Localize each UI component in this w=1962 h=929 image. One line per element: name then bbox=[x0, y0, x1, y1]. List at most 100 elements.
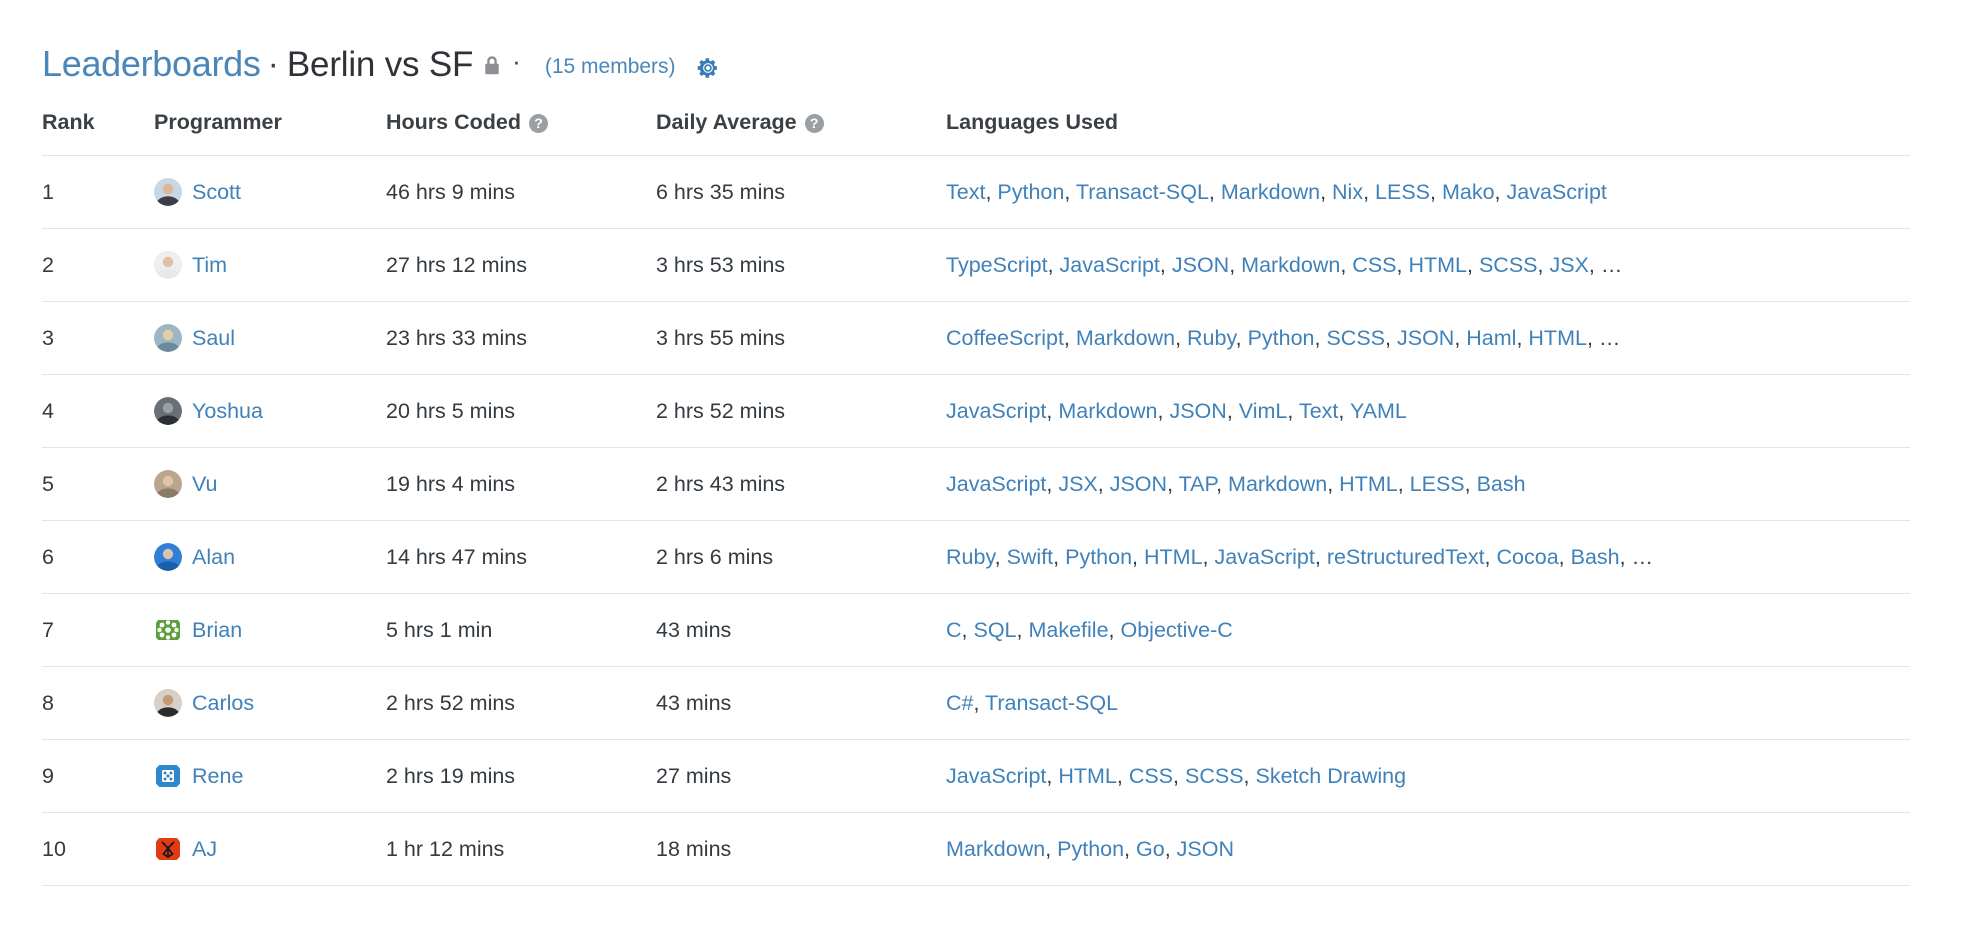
programmer-name-link[interactable]: Rene bbox=[192, 764, 243, 789]
language-link[interactable]: LESS bbox=[1375, 180, 1430, 204]
programmer-name-link[interactable]: Saul bbox=[192, 326, 235, 351]
programmer-name-link[interactable]: Alan bbox=[192, 545, 235, 570]
language-link[interactable]: TypeScript bbox=[946, 253, 1048, 277]
language-separator: , bbox=[1064, 326, 1076, 350]
programmer-name-link[interactable]: Scott bbox=[192, 180, 241, 205]
programmer-name-link[interactable]: Brian bbox=[192, 618, 242, 643]
help-icon-daily-average[interactable]: ? bbox=[805, 114, 824, 133]
language-link[interactable]: JavaScript bbox=[1214, 545, 1314, 569]
language-link[interactable]: TAP bbox=[1179, 472, 1216, 496]
language-link[interactable]: JavaScript bbox=[946, 472, 1046, 496]
language-link[interactable]: Mako bbox=[1442, 180, 1495, 204]
language-link[interactable]: JSON bbox=[1397, 326, 1454, 350]
cell-rank: 7 bbox=[42, 594, 154, 667]
language-link[interactable]: CSS bbox=[1129, 764, 1173, 788]
language-link[interactable]: Python bbox=[1057, 837, 1124, 861]
language-link[interactable]: HTML bbox=[1528, 326, 1587, 350]
language-link[interactable]: Sketch Drawing bbox=[1256, 764, 1407, 788]
language-link[interactable]: Bash bbox=[1477, 472, 1526, 496]
language-link[interactable]: JSX bbox=[1549, 253, 1588, 277]
language-link[interactable]: HTML bbox=[1408, 253, 1467, 277]
language-link[interactable]: JSON bbox=[1110, 472, 1167, 496]
language-separator: , bbox=[1315, 545, 1327, 569]
language-link[interactable]: Nix bbox=[1332, 180, 1363, 204]
programmer-name-link[interactable]: Tim bbox=[192, 253, 227, 278]
language-separator: , bbox=[1229, 253, 1241, 277]
column-header-hours-coded-label: Hours Coded bbox=[386, 110, 521, 134]
language-link[interactable]: Ruby bbox=[946, 545, 995, 569]
cell-programmer: Tim bbox=[154, 229, 386, 302]
language-link[interactable]: SCSS bbox=[1326, 326, 1385, 350]
language-link[interactable]: Markdown bbox=[1228, 472, 1327, 496]
programmer-name-link[interactable]: Vu bbox=[192, 472, 218, 497]
language-link[interactable]: Swift bbox=[1007, 545, 1054, 569]
language-separator: , bbox=[1048, 253, 1060, 277]
language-link[interactable]: Objective-C bbox=[1120, 618, 1232, 642]
language-link[interactable]: JSON bbox=[1177, 837, 1234, 861]
language-link[interactable]: Cocoa bbox=[1497, 545, 1559, 569]
language-link[interactable]: VimL bbox=[1239, 399, 1288, 423]
language-separator: , bbox=[1397, 253, 1409, 277]
gear-icon[interactable] bbox=[696, 56, 720, 80]
language-link[interactable]: Bash bbox=[1571, 545, 1620, 569]
language-link[interactable]: Makefile bbox=[1028, 618, 1108, 642]
hours-coded-value: 27 hrs 12 mins bbox=[386, 253, 527, 277]
language-link[interactable]: JavaScript bbox=[946, 764, 1046, 788]
language-link[interactable]: SCSS bbox=[1185, 764, 1244, 788]
hours-coded-value: 2 hrs 19 mins bbox=[386, 764, 515, 788]
avatar bbox=[154, 470, 182, 498]
column-header-rank: Rank bbox=[42, 92, 154, 156]
language-link[interactable]: Haml bbox=[1466, 326, 1516, 350]
language-link[interactable]: HTML bbox=[1144, 545, 1203, 569]
language-link[interactable]: C bbox=[946, 618, 962, 642]
language-link[interactable]: HTML bbox=[1339, 472, 1398, 496]
lock-icon bbox=[482, 54, 502, 78]
table-head: Rank Programmer Hours Coded? Daily Avera… bbox=[42, 92, 1910, 156]
language-link[interactable]: CSS bbox=[1352, 253, 1396, 277]
language-list: JavaScript, JSX, JSON, TAP, Markdown, HT… bbox=[946, 472, 1526, 496]
language-link[interactable]: SCSS bbox=[1479, 253, 1538, 277]
language-link[interactable]: LESS bbox=[1410, 472, 1465, 496]
language-link[interactable]: JSX bbox=[1058, 472, 1097, 496]
language-separator: , bbox=[1287, 399, 1299, 423]
language-link[interactable]: Text bbox=[946, 180, 985, 204]
language-link[interactable]: C# bbox=[946, 691, 973, 715]
language-link[interactable]: Python bbox=[1248, 326, 1315, 350]
programmer-name-link[interactable]: Carlos bbox=[192, 691, 254, 716]
language-link[interactable]: Python bbox=[997, 180, 1064, 204]
language-link[interactable]: JavaScript bbox=[946, 399, 1046, 423]
programmer-name-link[interactable]: Yoshua bbox=[192, 399, 263, 424]
language-link[interactable]: Text bbox=[1299, 399, 1338, 423]
language-link[interactable]: JavaScript bbox=[1060, 253, 1160, 277]
language-link[interactable]: HTML bbox=[1058, 764, 1117, 788]
language-link[interactable]: JSON bbox=[1172, 253, 1229, 277]
cell-hours-coded: 14 hrs 47 mins bbox=[386, 521, 656, 594]
language-link[interactable]: SQL bbox=[973, 618, 1016, 642]
language-link[interactable]: Markdown bbox=[1221, 180, 1320, 204]
language-link[interactable]: Markdown bbox=[1076, 326, 1175, 350]
language-list: JavaScript, HTML, CSS, SCSS, Sketch Draw… bbox=[946, 764, 1406, 788]
language-link[interactable]: CoffeeScript bbox=[946, 326, 1064, 350]
language-separator: , bbox=[1467, 253, 1479, 277]
programmer-name-link[interactable]: AJ bbox=[192, 837, 217, 862]
help-icon-hours-coded[interactable]: ? bbox=[529, 114, 548, 133]
leaderboards-link[interactable]: Leaderboards bbox=[42, 46, 261, 82]
language-link[interactable]: JSON bbox=[1169, 399, 1226, 423]
language-link[interactable]: Markdown bbox=[1058, 399, 1157, 423]
language-list: Text, Python, Transact-SQL, Markdown, Ni… bbox=[946, 180, 1607, 204]
language-separator: , bbox=[1516, 326, 1528, 350]
members-count-link[interactable]: (15 members) bbox=[545, 55, 676, 79]
language-link[interactable]: Markdown bbox=[1241, 253, 1340, 277]
language-link[interactable]: Go bbox=[1136, 837, 1165, 861]
language-link[interactable]: Markdown bbox=[946, 837, 1045, 861]
language-link[interactable]: reStructuredText bbox=[1327, 545, 1485, 569]
cell-programmer: Rene bbox=[154, 740, 386, 813]
language-link[interactable]: YAML bbox=[1350, 399, 1407, 423]
language-link[interactable]: Python bbox=[1065, 545, 1132, 569]
cell-programmer: Brian bbox=[154, 594, 386, 667]
language-link[interactable]: Ruby bbox=[1187, 326, 1236, 350]
language-link[interactable]: Transact-SQL bbox=[985, 691, 1118, 715]
avatar bbox=[154, 178, 182, 206]
language-link[interactable]: JavaScript bbox=[1507, 180, 1607, 204]
language-link[interactable]: Transact-SQL bbox=[1076, 180, 1209, 204]
